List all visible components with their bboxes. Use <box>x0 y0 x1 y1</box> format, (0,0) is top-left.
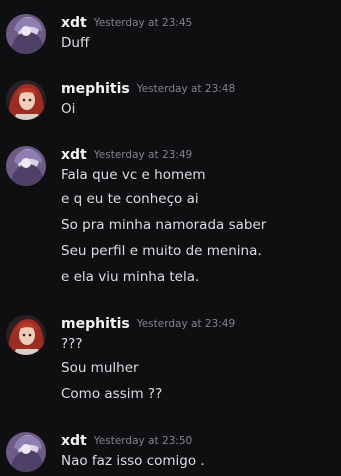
message-text: e ela viu minha tela. <box>61 269 200 285</box>
message-body: Duff <box>61 32 336 54</box>
message-text: Seu perfil e muito de menina. <box>61 243 262 259</box>
xdt-avatar-icon <box>6 14 46 54</box>
username[interactable]: mephitis <box>61 81 130 97</box>
message-text: e q eu te conheço ai <box>61 191 199 207</box>
message-text: Fala que vc e homem <box>61 167 206 183</box>
user-avatar[interactable] <box>6 80 46 120</box>
message-header: mephitis Yesterday at 23:49 <box>61 313 235 333</box>
message-text: Nao faz isso comigo . <box>61 453 205 469</box>
username[interactable]: xdt <box>61 15 87 31</box>
mephitis-avatar-icon <box>6 315 46 355</box>
message-body: Fala que vc e homem e q eu te conheço ai… <box>61 164 336 290</box>
username[interactable]: xdt <box>61 147 87 163</box>
message-header: xdt Yesterday at 23:45 <box>61 12 192 32</box>
chat-message-list: xdt Yesterday at 23:45 Duff mephitis Yeste… <box>0 0 341 476</box>
message-header: xdt Yesterday at 23:49 <box>61 144 192 164</box>
user-avatar[interactable] <box>6 14 46 54</box>
message-timestamp: Yesterday at 23:49 <box>136 318 236 330</box>
user-avatar[interactable] <box>6 315 46 355</box>
message-text: So pra minha namorada saber <box>61 217 267 233</box>
message-text: Como assim ?? <box>61 386 163 402</box>
message-header: xdt Yesterday at 23:50 <box>61 430 192 450</box>
xdt-avatar-icon <box>6 432 46 472</box>
user-avatar[interactable] <box>6 432 46 472</box>
message-text: Oi <box>61 101 76 117</box>
username[interactable]: mephitis <box>61 316 130 332</box>
username[interactable]: xdt <box>61 433 87 449</box>
message-body: Nao faz isso comigo . <box>61 450 336 472</box>
message-body: ??? Sou mulher Como assim ?? <box>61 333 336 407</box>
message-timestamp: Yesterday at 23:48 <box>136 83 236 95</box>
user-avatar[interactable] <box>6 146 46 186</box>
mephitis-avatar-icon <box>6 80 46 120</box>
message-body: Oi <box>61 98 336 120</box>
message-text: ??? <box>61 336 83 352</box>
message-text: Duff <box>61 35 90 51</box>
message-timestamp: Yesterday at 23:45 <box>93 17 193 29</box>
message-header: mephitis Yesterday at 23:48 <box>61 78 235 98</box>
message-timestamp: Yesterday at 23:50 <box>93 435 193 447</box>
message-timestamp: Yesterday at 23:49 <box>93 149 193 161</box>
message-text: Sou mulher <box>61 360 139 376</box>
xdt-avatar-icon <box>6 146 46 186</box>
